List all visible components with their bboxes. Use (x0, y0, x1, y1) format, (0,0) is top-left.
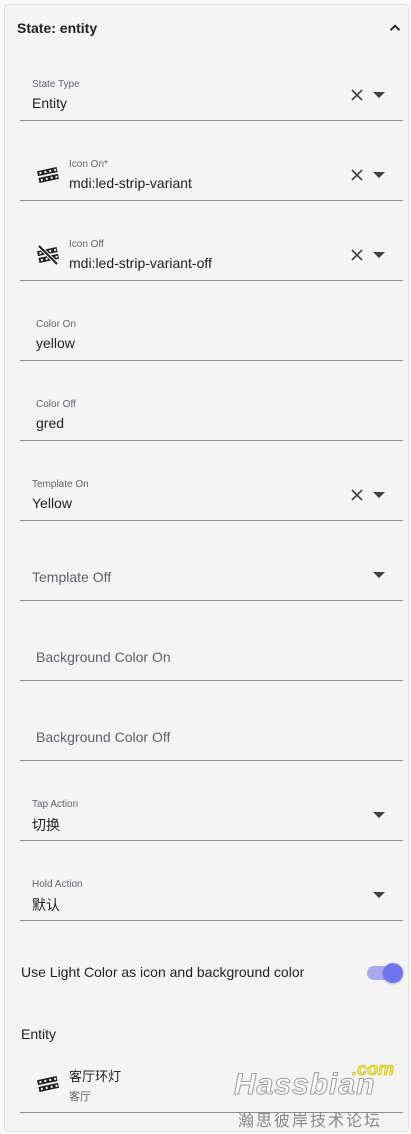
tap-action-label: Tap Action (32, 799, 79, 810)
entity-area: 客厅 (69, 1091, 91, 1103)
led-strip-variant-icon (37, 167, 59, 183)
template-off-placeholder: Template Off (32, 569, 112, 585)
light-color-toggle-row: Use Light Color as icon and background c… (21, 955, 406, 989)
caret-down-icon[interactable] (372, 250, 386, 260)
background-color-off-placeholder: Background Color Off (36, 729, 171, 745)
state-type-select[interactable]: State Type Entity (20, 59, 403, 121)
close-icon[interactable] (350, 168, 364, 182)
color-off-label: Color Off (36, 399, 76, 410)
color-off-field[interactable]: Color Off gred (20, 379, 403, 441)
state-entity-card: State: entity State Type Entity Icon On*… (4, 4, 409, 1132)
template-off-select[interactable]: Template Off (20, 539, 403, 601)
color-on-field[interactable]: Color On yellow (20, 299, 403, 361)
hold-action-value: 默认 (32, 897, 60, 913)
led-strip-variant-off-icon (37, 244, 59, 266)
icon-on-label: Icon On* (69, 159, 108, 170)
caret-down-icon[interactable] (372, 490, 386, 500)
light-color-toggle[interactable] (383, 963, 403, 983)
caret-down-icon[interactable] (372, 170, 386, 180)
background-color-on-placeholder: Background Color On (36, 649, 171, 665)
background-color-off-field[interactable]: Background Color Off (20, 699, 403, 761)
close-icon[interactable] (350, 88, 364, 102)
state-type-value: Entity (32, 95, 68, 111)
icon-off-picker[interactable]: Icon Off mdi:led-strip-variant-off (20, 219, 403, 281)
close-icon[interactable] (350, 248, 364, 262)
watermark-suffix: .com (352, 1059, 395, 1080)
watermark-subtitle: 瀚思彼岸技术论坛 (238, 1113, 383, 1130)
close-icon[interactable] (350, 488, 364, 502)
light-color-toggle-label: Use Light Color as icon and background c… (21, 964, 305, 980)
template-on-select[interactable]: Template On Yellow (20, 459, 403, 521)
state-type-label: State Type (32, 79, 80, 90)
hold-action-label: Hold Action (32, 879, 83, 890)
icon-on-value: mdi:led-strip-variant (69, 175, 192, 191)
color-on-value[interactable]: yellow (36, 335, 75, 351)
template-on-value: Yellow (32, 495, 72, 511)
section-title: State: entity (17, 20, 98, 36)
section-header[interactable]: State: entity (5, 5, 410, 53)
icon-off-label: Icon Off (69, 239, 104, 250)
caret-down-icon[interactable] (372, 570, 386, 580)
template-on-label: Template On (32, 479, 89, 490)
caret-down-icon[interactable] (372, 810, 386, 820)
hassbian-watermark: Hassbian .com 瀚思彼岸技术论坛 (232, 1058, 410, 1132)
entity-name: 客厅环灯 (69, 1069, 122, 1084)
entity-heading: Entity (21, 1026, 57, 1042)
icon-on-picker[interactable]: Icon On* mdi:led-strip-variant (20, 139, 403, 201)
chevron-up-icon[interactable] (386, 19, 404, 37)
tap-action-value: 切换 (32, 817, 60, 833)
tap-action-select[interactable]: Tap Action 切换 (20, 779, 403, 841)
color-on-label: Color On (36, 319, 77, 330)
icon-off-value: mdi:led-strip-variant-off (69, 255, 212, 271)
color-off-value[interactable]: gred (36, 415, 64, 431)
caret-down-icon[interactable] (372, 90, 386, 100)
caret-down-icon[interactable] (372, 890, 386, 900)
hold-action-select[interactable]: Hold Action 默认 (20, 859, 403, 921)
led-strip-variant-icon (37, 1076, 59, 1092)
background-color-on-field[interactable]: Background Color On (20, 619, 403, 681)
